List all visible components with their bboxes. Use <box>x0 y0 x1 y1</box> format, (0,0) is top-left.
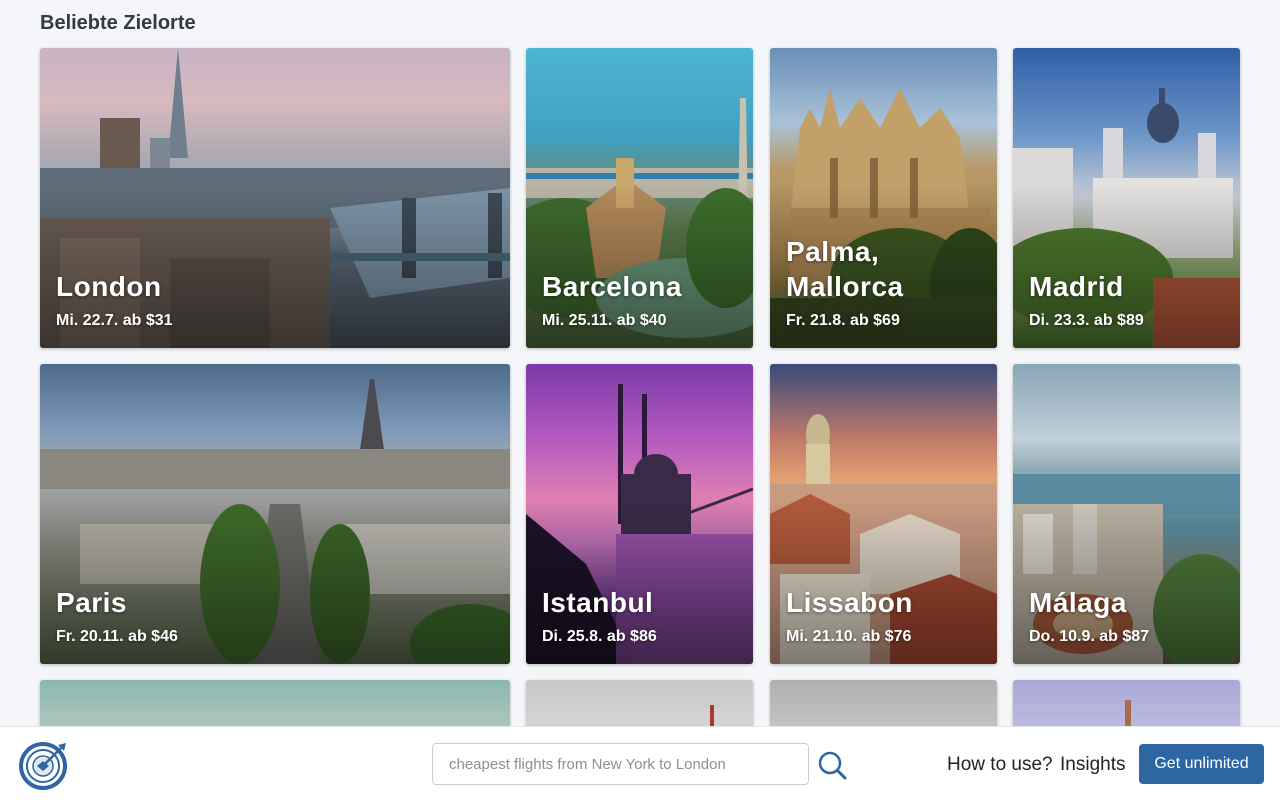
destination-city: Istanbul <box>542 587 654 618</box>
destination-date-price: Mi. 22.7. ab $31 <box>56 312 173 329</box>
destination-card-istanbul[interactable]: Istanbul Di. 25.8. ab $86 <box>526 364 753 664</box>
insights-link[interactable]: Insights <box>1060 754 1125 776</box>
destination-card-madrid[interactable]: Madrid Di. 23.3. ab $89 <box>1013 48 1240 348</box>
destination-card-london[interactable]: London Mi. 22.7. ab $31 <box>40 48 510 348</box>
how-to-use-link[interactable]: How to use? <box>947 754 1053 776</box>
destination-date-price: Fr. 20.11. ab $46 <box>56 628 178 645</box>
destination-city: Madrid <box>1029 271 1124 302</box>
get-unlimited-button[interactable]: Get unlimited <box>1139 744 1264 784</box>
destination-card-barcelona[interactable]: Barcelona Mi. 25.11. ab $40 <box>526 48 753 348</box>
destination-date-price: Mi. 21.10. ab $76 <box>786 628 912 645</box>
destination-card-palma[interactable]: Palma, Mallorca Fr. 21.8. ab $69 <box>770 48 997 348</box>
destination-city: Barcelona <box>542 271 682 302</box>
logo-icon[interactable] <box>18 739 70 791</box>
bottom-bar: How to use? Insights Get unlimited <box>0 726 1280 800</box>
destination-date-price: Fr. 21.8. ab $69 <box>786 312 900 329</box>
section-title: Beliebte Zielorte <box>40 12 196 34</box>
destination-card-lissabon[interactable]: Lissabon Mi. 21.10. ab $76 <box>770 364 997 664</box>
destination-city: Lissabon <box>786 587 913 618</box>
destination-date-price: Di. 23.3. ab $89 <box>1029 312 1144 329</box>
destination-city: London <box>56 271 162 302</box>
destination-card-malaga[interactable]: Málaga Do. 10.9. ab $87 <box>1013 364 1240 664</box>
search-icon[interactable] <box>816 749 848 781</box>
destination-city: Palma, Mallorca <box>786 236 904 302</box>
destination-city: Paris <box>56 587 127 618</box>
destination-date-price: Di. 25.8. ab $86 <box>542 628 657 645</box>
search-input[interactable] <box>432 743 809 785</box>
destination-date-price: Do. 10.9. ab $87 <box>1029 628 1150 645</box>
destination-card-paris[interactable]: Paris Fr. 20.11. ab $46 <box>40 364 510 664</box>
destination-date-price: Mi. 25.11. ab $40 <box>542 312 667 329</box>
destination-city: Málaga <box>1029 587 1127 618</box>
